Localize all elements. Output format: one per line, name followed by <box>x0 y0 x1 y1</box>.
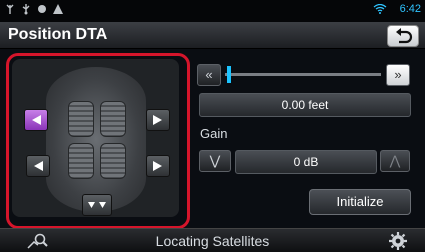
clock: 6:42 <box>399 3 421 15</box>
status-text: Locating Satellites <box>155 233 270 249</box>
distance-slider[interactable] <box>225 73 381 76</box>
gain-up-button[interactable]: ⋀ <box>380 150 410 172</box>
fast-forward-icon: » <box>394 67 402 82</box>
gear-icon[interactable] <box>386 230 410 252</box>
rewind-icon: « <box>205 67 213 82</box>
antenna-icon <box>6 4 14 14</box>
speaker-rear-left[interactable] <box>26 155 50 177</box>
distance-increase-button[interactable]: » <box>386 64 410 86</box>
gain-down-button[interactable]: ⋁ <box>199 150 231 172</box>
speaker-rear-right[interactable] <box>146 155 170 177</box>
seat-rear-left <box>68 143 94 179</box>
page-title: Position DTA <box>8 26 108 43</box>
seat-front-left <box>68 101 94 137</box>
subwoofer-icon <box>88 202 106 208</box>
gain-label: Gain <box>200 126 228 141</box>
gain-row: ⋁ 0 dB ⋀ <box>199 150 410 174</box>
speaker-left-icon <box>34 161 43 171</box>
distance-value: 0.00 feet <box>199 93 411 117</box>
return-icon <box>396 28 413 44</box>
speaker-right-icon <box>153 115 162 125</box>
distance-slider-knob[interactable] <box>227 66 231 83</box>
seat-panel <box>12 59 179 217</box>
gain-value: 0 dB <box>235 150 377 174</box>
status-bar: 6:42 <box>0 0 425 22</box>
chevron-down-icon: ⋁ <box>209 153 221 168</box>
wifi-icon <box>373 4 387 14</box>
speaker-subwoofer[interactable] <box>82 194 112 216</box>
title-bar: Position DTA <box>0 22 425 49</box>
seat-front-right <box>100 101 126 137</box>
distance-decrease-button[interactable]: « <box>197 64 221 86</box>
screen: 6:42 Position DTA « » 0.00 feet Gain ⋁ 0… <box>0 0 425 252</box>
warning-icon <box>53 4 63 14</box>
initialize-button[interactable]: Initialize <box>309 189 411 215</box>
dot-icon <box>38 5 46 13</box>
back-button[interactable] <box>387 25 419 47</box>
speaker-front-right[interactable] <box>146 109 170 131</box>
chevron-up-icon: ⋀ <box>389 153 401 168</box>
speaker-left-icon <box>32 115 41 125</box>
speaker-front-left[interactable] <box>24 109 48 131</box>
seat-rear-right <box>100 143 126 179</box>
distance-slider-row: « » <box>197 64 411 88</box>
speaker-right-icon <box>153 161 162 171</box>
usb-icon <box>22 4 30 15</box>
bottom-bar: Locating Satellites <box>0 228 425 252</box>
car-outline <box>46 67 146 212</box>
